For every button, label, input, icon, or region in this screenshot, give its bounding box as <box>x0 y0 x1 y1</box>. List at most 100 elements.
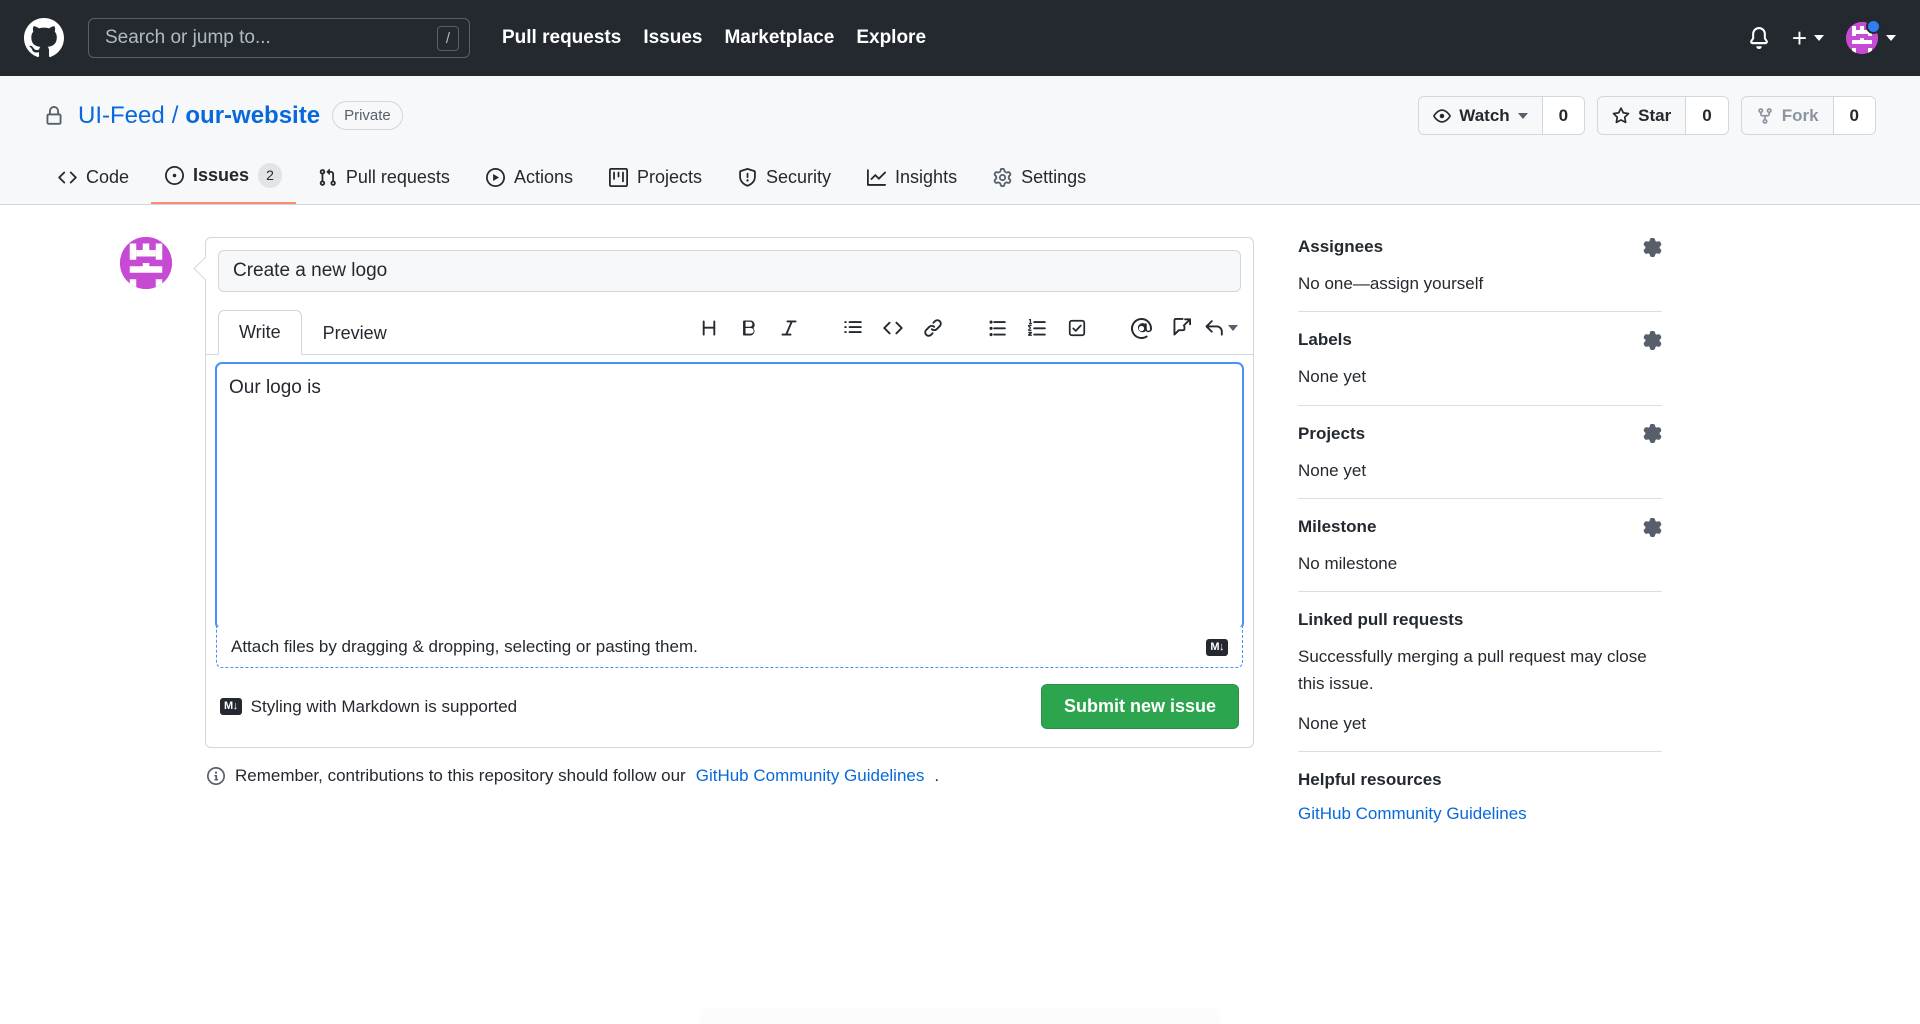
italic-icon[interactable] <box>769 312 809 344</box>
cross-reference-icon[interactable] <box>1161 312 1201 344</box>
linked-pull-requests-header: Linked pull requests <box>1298 610 1662 630</box>
search-placeholder: Search or jump to... <box>105 27 271 48</box>
gear-icon[interactable] <box>1643 237 1662 257</box>
link-icon[interactable] <box>913 312 953 344</box>
star-icon <box>1612 106 1630 123</box>
tab-pull-requests[interactable]: Pull requests <box>304 157 464 204</box>
project-icon <box>608 168 628 187</box>
task-list-icon[interactable] <box>1057 312 1097 344</box>
helpful-resources-guidelines-link[interactable]: GitHub Community Guidelines <box>1298 804 1662 824</box>
issue-body-textarea[interactable] <box>216 363 1243 629</box>
mention-icon[interactable] <box>1121 312 1161 344</box>
chevron-down-icon <box>1517 112 1528 119</box>
gear-icon[interactable] <box>1643 330 1662 350</box>
github-mark-icon[interactable] <box>24 18 64 58</box>
global-nav: Pull requests Issues Marketplace Explore <box>502 27 926 49</box>
search-shortcut-key: / <box>436 25 459 51</box>
quote-icon[interactable] <box>833 312 873 344</box>
page-body: Write Preview <box>0 205 1920 838</box>
repo-header: UI-Feed / our-website Private Watch 0 St… <box>0 76 1920 205</box>
bold-icon[interactable] <box>729 312 769 344</box>
projects-value: None yet <box>1298 460 1367 480</box>
code-icon[interactable] <box>873 312 913 344</box>
tab-issues-count: 2 <box>258 163 282 188</box>
tab-code[interactable]: Code <box>44 157 143 204</box>
tab-write[interactable]: Write <box>218 310 302 355</box>
tab-code-label: Code <box>86 167 130 187</box>
issue-title-input[interactable] <box>218 250 1241 292</box>
tab-projects[interactable]: Projects <box>595 157 716 204</box>
new-issue-form: Write Preview <box>24 237 1254 838</box>
linked-pull-requests-title: Linked pull requests <box>1298 610 1464 630</box>
tab-security-label: Security <box>766 167 832 187</box>
labels-header: Labels <box>1298 330 1662 350</box>
nav-issues[interactable]: Issues <box>643 27 702 49</box>
tab-pull-requests-label: Pull requests <box>345 167 450 187</box>
assignees-value[interactable]: No one—assign yourself <box>1298 271 1662 297</box>
visibility-badge: Private <box>332 101 403 130</box>
watch-button-group: Watch 0 <box>1418 96 1586 135</box>
milestone-title: Milestone <box>1298 517 1377 537</box>
chevron-down-icon <box>1228 325 1238 331</box>
tab-actions[interactable]: Actions <box>472 157 587 204</box>
fork-button[interactable]: Fork <box>1741 97 1834 134</box>
star-label: Star <box>1638 105 1672 125</box>
eye-icon <box>1433 108 1452 123</box>
watch-button[interactable]: Watch <box>1419 97 1543 134</box>
heading-icon[interactable] <box>689 312 729 344</box>
community-guidelines-note: Remember, contributions to this reposito… <box>205 748 1254 804</box>
search-input[interactable]: Search or jump to... / <box>88 18 470 58</box>
assignees-title: Assignees <box>1298 237 1384 256</box>
nav-marketplace[interactable]: Marketplace <box>724 27 834 49</box>
user-menu[interactable] <box>1846 19 1896 54</box>
repo-actions: Watch 0 Star 0 Fork 0 <box>1418 96 1876 135</box>
write-preview-tabs: Write Preview <box>218 310 408 355</box>
graph-icon <box>867 169 887 186</box>
fork-label: Fork <box>1781 105 1819 125</box>
file-dropzone[interactable]: Attach files by dragging & dropping, sel… <box>216 627 1243 668</box>
tab-security[interactable]: Security <box>724 157 845 204</box>
repo-title-row: UI-Feed / our-website Private Watch 0 St… <box>24 96 1896 135</box>
tab-preview[interactable]: Preview <box>302 311 408 355</box>
nav-explore[interactable]: Explore <box>856 27 926 49</box>
markdown-toolbar <box>689 312 1241 354</box>
status-badge <box>1866 19 1881 34</box>
fork-button-group: Fork 0 <box>1740 96 1876 135</box>
linked-pull-requests-description: Successfully merging a pull request may … <box>1298 647 1647 693</box>
avatar <box>120 237 172 289</box>
play-icon <box>485 168 505 187</box>
submit-new-issue-button[interactable]: Submit new issue <box>1040 684 1239 729</box>
unordered-list-icon[interactable] <box>977 312 1017 344</box>
star-button-group: Star 0 <box>1597 96 1729 135</box>
github-community-guidelines-link[interactable]: GitHub Community Guidelines <box>696 766 925 786</box>
star-button[interactable]: Star <box>1598 97 1687 134</box>
header-actions: + <box>1748 19 1896 54</box>
bell-icon[interactable] <box>1748 27 1770 49</box>
markdown-badge-icon: M↓ <box>1206 638 1228 656</box>
watch-count[interactable]: 0 <box>1542 97 1585 134</box>
repo-tab-bar: Code Issues 2 Pull requests Actions Proj… <box>24 153 1896 204</box>
gear-icon[interactable] <box>1643 424 1662 444</box>
create-new-menu[interactable]: + <box>1792 25 1824 51</box>
star-count[interactable]: 0 <box>1686 97 1728 134</box>
ordered-list-icon[interactable] <box>1017 312 1057 344</box>
repo-name-link[interactable]: our-website <box>185 102 320 130</box>
issue-title-row <box>206 238 1253 292</box>
user-avatar-icon <box>120 237 172 289</box>
fork-count[interactable]: 0 <box>1833 97 1875 134</box>
markdown-support-note: M↓ Styling with Markdown is supported <box>220 697 517 717</box>
tab-settings[interactable]: Settings <box>979 157 1100 204</box>
assignees-header: Assignees <box>1298 237 1662 257</box>
milestone-value: No milestone <box>1298 554 1398 574</box>
nav-pull-requests[interactable]: Pull requests <box>502 27 621 49</box>
tab-insights[interactable]: Insights <box>853 157 971 204</box>
gear-icon[interactable] <box>1643 517 1662 537</box>
projects-header: Projects <box>1298 424 1662 444</box>
sidebar-section-helpful-resources: Helpful resources GitHub Community Guide… <box>1298 751 1662 838</box>
reply-icon[interactable] <box>1201 312 1241 344</box>
submit-row: M↓ Styling with Markdown is supported Su… <box>206 668 1253 747</box>
tab-issues[interactable]: Issues 2 <box>151 153 296 204</box>
lock-icon <box>44 105 64 126</box>
issue-sidebar: Assignees No one—assign yourself Labels … <box>1270 237 1690 838</box>
repo-owner-link[interactable]: UI-Feed <box>78 102 165 130</box>
